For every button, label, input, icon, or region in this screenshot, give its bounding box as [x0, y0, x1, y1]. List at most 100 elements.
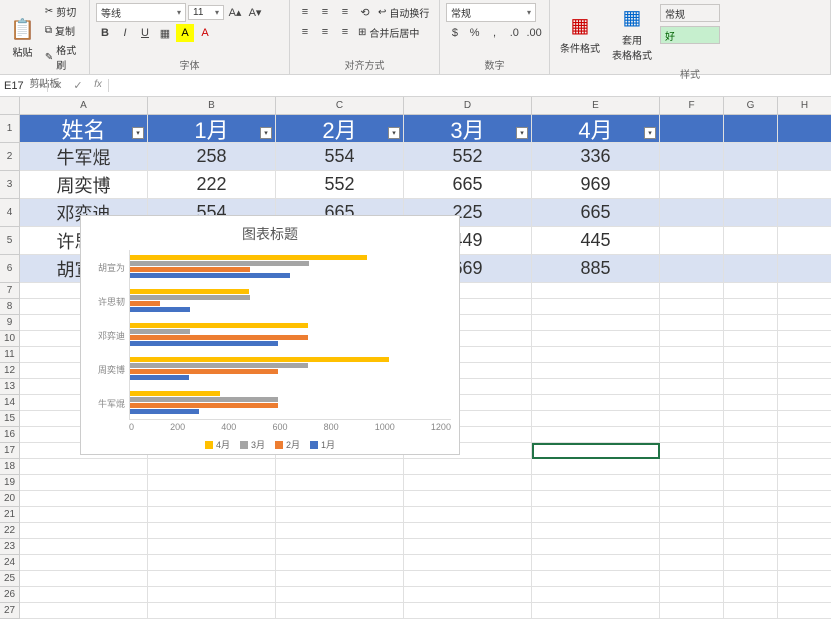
cell[interactable] — [660, 347, 724, 363]
cell[interactable]: 3月▾ — [404, 115, 532, 143]
bar[interactable] — [130, 289, 249, 294]
cell[interactable] — [778, 315, 831, 331]
cell[interactable] — [724, 571, 778, 587]
cell[interactable] — [660, 491, 724, 507]
filter-button[interactable]: ▾ — [516, 127, 528, 139]
cell[interactable] — [276, 491, 404, 507]
cell[interactable] — [724, 459, 778, 475]
cell[interactable] — [724, 427, 778, 443]
cell[interactable] — [20, 459, 148, 475]
cell[interactable] — [778, 199, 831, 227]
cell[interactable] — [778, 475, 831, 491]
cell[interactable] — [778, 143, 831, 171]
column-header[interactable]: B — [148, 97, 276, 115]
column-header[interactable]: G — [724, 97, 778, 115]
cell[interactable] — [404, 587, 532, 603]
legend-item[interactable]: 2月 — [275, 438, 300, 451]
cell[interactable] — [276, 507, 404, 523]
cell[interactable] — [778, 587, 831, 603]
cell[interactable] — [778, 379, 831, 395]
cell[interactable] — [148, 523, 276, 539]
align-right-button[interactable]: ≡ — [336, 23, 354, 41]
row-header[interactable]: 9 — [0, 315, 20, 331]
table-format-button[interactable]: ▦套用 表格格式 — [608, 3, 656, 64]
cell[interactable] — [532, 411, 660, 427]
format-painter-button[interactable]: ✎格式刷 — [43, 41, 83, 73]
cell[interactable] — [660, 199, 724, 227]
cell[interactable] — [404, 555, 532, 571]
bar[interactable] — [130, 391, 220, 396]
cell[interactable] — [532, 587, 660, 603]
cell[interactable] — [724, 603, 778, 619]
filter-button[interactable]: ▾ — [388, 127, 400, 139]
cell[interactable] — [778, 347, 831, 363]
bar[interactable] — [130, 295, 250, 300]
cell[interactable] — [778, 523, 831, 539]
cell[interactable] — [724, 443, 778, 459]
cell[interactable] — [532, 315, 660, 331]
bar[interactable] — [130, 363, 308, 368]
cell[interactable] — [532, 507, 660, 523]
cell[interactable] — [724, 539, 778, 555]
select-all-corner[interactable] — [0, 97, 20, 115]
row-header[interactable]: 15 — [0, 411, 20, 427]
bar[interactable] — [130, 409, 199, 414]
percent-button[interactable]: % — [466, 24, 484, 42]
cell[interactable] — [532, 395, 660, 411]
cell[interactable] — [660, 571, 724, 587]
cell[interactable]: 222 — [148, 171, 276, 199]
cell[interactable] — [660, 427, 724, 443]
cell[interactable] — [660, 395, 724, 411]
increase-font-button[interactable]: A▴ — [226, 4, 244, 22]
row-header[interactable]: 13 — [0, 379, 20, 395]
cell[interactable]: 665 — [532, 199, 660, 227]
cell[interactable]: 牛军焜 — [20, 143, 148, 171]
cell[interactable] — [778, 331, 831, 347]
cell[interactable] — [660, 475, 724, 491]
fill-color-button[interactable]: A — [176, 24, 194, 42]
row-header[interactable]: 18 — [0, 459, 20, 475]
cell[interactable] — [724, 507, 778, 523]
bar[interactable] — [130, 357, 389, 362]
cell[interactable]: 554 — [276, 143, 404, 171]
bar[interactable] — [130, 267, 250, 272]
increase-decimal-button[interactable]: .0 — [505, 24, 523, 42]
row-header[interactable]: 24 — [0, 555, 20, 571]
cell[interactable]: 258 — [148, 143, 276, 171]
cell[interactable] — [532, 523, 660, 539]
decrease-decimal-button[interactable]: .00 — [525, 24, 543, 42]
cell[interactable] — [724, 331, 778, 347]
cell[interactable] — [276, 539, 404, 555]
cell[interactable] — [724, 363, 778, 379]
cell[interactable] — [660, 227, 724, 255]
cell[interactable] — [778, 171, 831, 199]
copy-button[interactable]: ⧉复制 — [43, 22, 83, 39]
legend-item[interactable]: 4月 — [205, 438, 230, 451]
row-header[interactable]: 25 — [0, 571, 20, 587]
cell[interactable] — [532, 283, 660, 299]
row-header[interactable]: 6 — [0, 255, 20, 283]
bar[interactable] — [130, 403, 278, 408]
name-box[interactable]: E17▾ — [0, 80, 48, 92]
cell[interactable] — [660, 459, 724, 475]
cell[interactable] — [778, 507, 831, 523]
cell[interactable] — [148, 587, 276, 603]
cell[interactable] — [724, 283, 778, 299]
bar[interactable] — [130, 341, 278, 346]
cell[interactable]: 1月▾ — [148, 115, 276, 143]
legend-item[interactable]: 3月 — [240, 438, 265, 451]
cell[interactable] — [148, 571, 276, 587]
cell[interactable] — [404, 459, 532, 475]
cell[interactable] — [404, 571, 532, 587]
cell[interactable] — [660, 443, 724, 459]
cell[interactable] — [276, 603, 404, 619]
cell[interactable]: 552 — [404, 143, 532, 171]
cell[interactable] — [778, 491, 831, 507]
orientation-button[interactable]: ⟲ — [356, 3, 374, 21]
bar[interactable] — [130, 369, 278, 374]
cell[interactable] — [660, 603, 724, 619]
row-header[interactable]: 7 — [0, 283, 20, 299]
cell[interactable] — [660, 299, 724, 315]
cell[interactable]: 445 — [532, 227, 660, 255]
decrease-font-button[interactable]: A▾ — [246, 4, 264, 22]
